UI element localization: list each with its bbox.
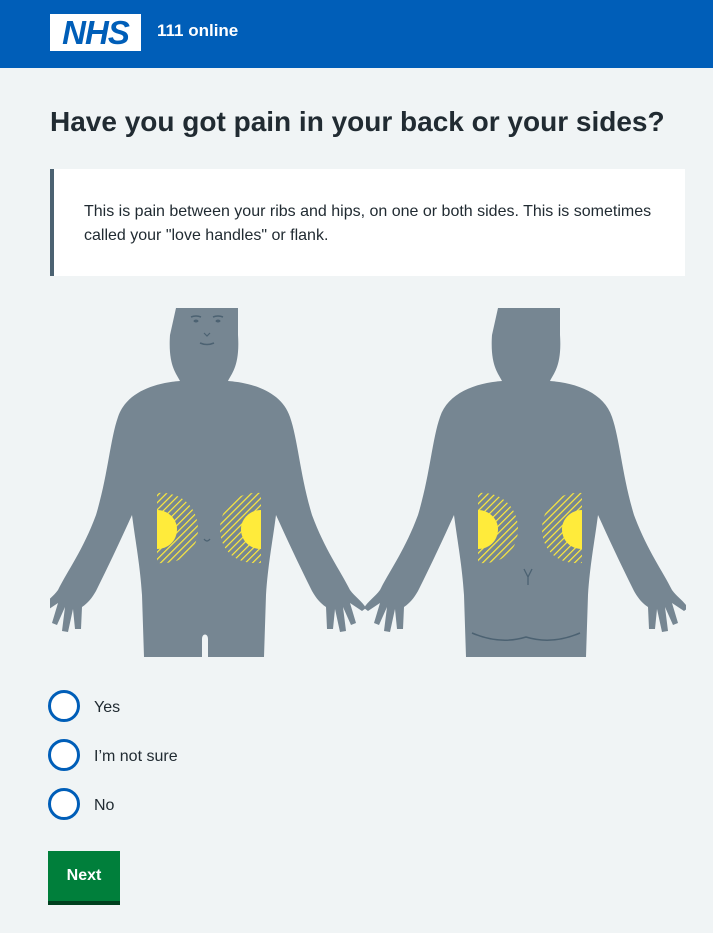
radio-no[interactable] [48,788,80,820]
option-no-label[interactable]: No [94,797,114,815]
radio-yes[interactable] [48,690,80,722]
service-name[interactable]: 111 online [157,21,238,41]
radio-not-sure[interactable] [48,739,80,771]
back-body-figure [364,308,686,657]
option-yes-label[interactable]: Yes [94,699,120,717]
body-diagram [50,308,686,657]
next-button[interactable]: Next [48,851,120,901]
option-not-sure-label[interactable]: I’m not sure [94,748,178,766]
question-title: Have you got pain in your back or your s… [50,106,665,137]
hint-inset: This is pain between your ribs and hips,… [50,169,685,276]
nhs-logo-text: NHS [62,14,130,51]
site-header: NHS 111 online [0,0,713,68]
front-body-figure [50,308,366,657]
hint-text: This is pain between your ribs and hips,… [84,203,652,244]
nhs-logo[interactable]: NHS [50,14,141,51]
